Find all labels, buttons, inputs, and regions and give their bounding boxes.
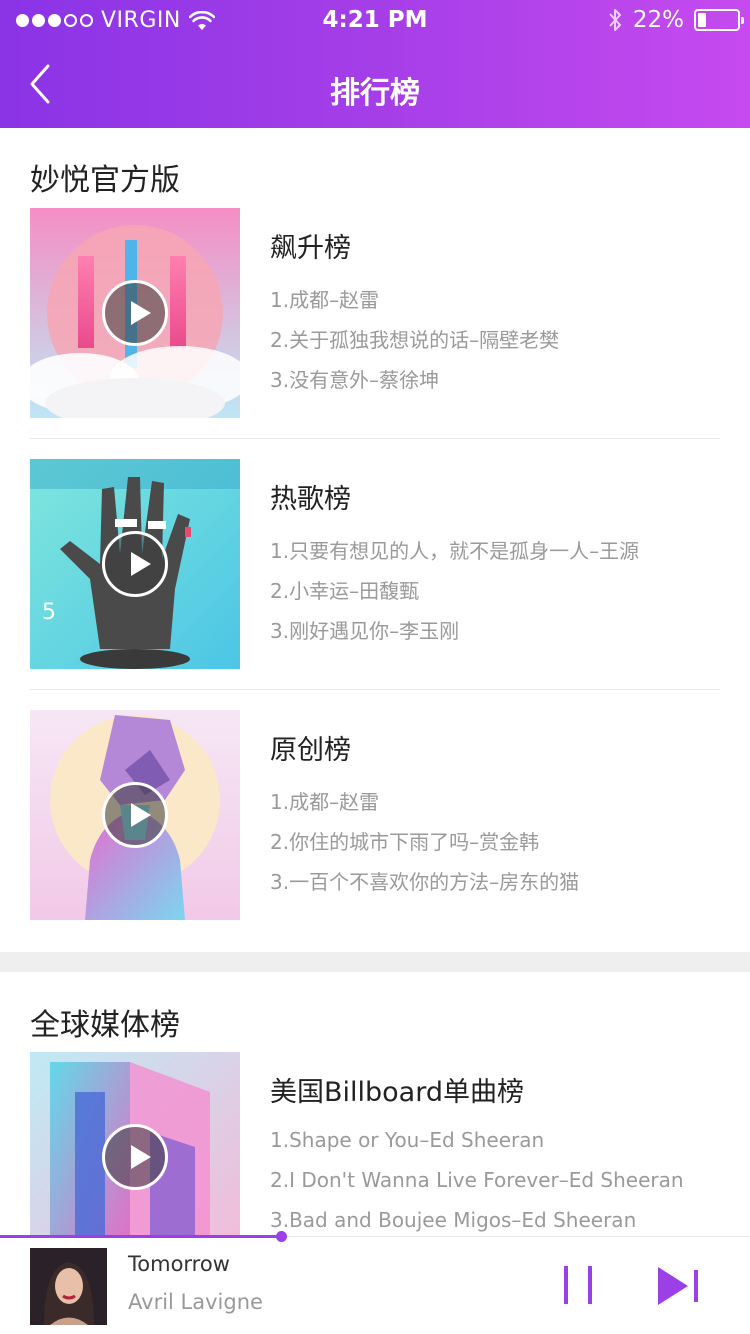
chart-original[interactable]: 原创榜 1.成都–赵雷 2.你住的城市下雨了吗–赏金韩 3.一百个不喜欢你的方法… (30, 710, 720, 920)
track-item: 2.你住的城市下雨了吗–赏金韩 (270, 830, 540, 854)
status-right: 22% (607, 7, 744, 33)
section-title-global: 全球媒体榜 (30, 1008, 180, 1043)
status-bar: VIRGIN 4:21 PM 22% (0, 0, 750, 40)
track-item: 3.Bad and Boujee Migos–Ed Sheeran (270, 1208, 637, 1232)
player-song-title: Tomorrow (128, 1252, 230, 1276)
progress-fill (0, 1235, 282, 1238)
header: VIRGIN 4:21 PM 22% 排行榜 (0, 0, 750, 128)
chart-title: 美国Billboard单曲榜 (270, 1077, 524, 1108)
divider (30, 438, 720, 439)
chart-cover-billboard (30, 1052, 240, 1262)
pause-icon (588, 1266, 592, 1304)
chart-cover-original (30, 710, 240, 920)
back-button[interactable] (18, 58, 68, 108)
pause-icon (564, 1266, 568, 1304)
chart-title: 飙升榜 (270, 233, 351, 264)
chart-soaring[interactable]: 飙升榜 1.成都–赵雷 2.关于孤独我想说的话–隔壁老樊 3.没有意外–蔡徐坤 (30, 208, 720, 418)
section-separator (0, 952, 750, 972)
chart-cover-soaring (30, 208, 240, 418)
progress-knob[interactable] (276, 1231, 288, 1242)
player-album-art[interactable] (30, 1248, 107, 1325)
track-item: 1.成都–赵雷 (270, 288, 380, 312)
track-item: 2.小幸运–田馥甄 (270, 579, 420, 603)
mini-player[interactable]: Tomorrow Avril Lavigne (0, 1231, 750, 1334)
track-item: 1.只要有想见的人，就不是孤身一人–王源 (270, 539, 640, 563)
chart-cover-hot: 5 (30, 459, 240, 669)
track-item: 1.Shape or You–Ed Sheeran (270, 1128, 545, 1152)
nav-bar: 排行榜 (0, 40, 750, 128)
track-item: 2.关于孤独我想说的话–隔壁老樊 (270, 328, 560, 352)
play-button[interactable] (102, 531, 168, 597)
play-button[interactable] (102, 1124, 168, 1190)
next-button[interactable] (652, 1264, 704, 1308)
track-item: 3.没有意外–蔡徐坤 (270, 368, 440, 392)
battery-level (698, 13, 706, 27)
divider (30, 689, 720, 690)
chart-billboard[interactable]: 美国Billboard单曲榜 1.Shape or You–Ed Sheeran… (30, 1052, 720, 1262)
chart-hot[interactable]: 5 热歌榜 1.只要有想见的人，就不是孤身一人–王源 2.小幸运–田馥甄 3.刚… (30, 459, 720, 669)
track-item: 1.成都–赵雷 (270, 790, 380, 814)
chevron-left-icon (30, 64, 50, 104)
skip-next-icon (658, 1267, 698, 1305)
artist-photo-image (30, 1248, 107, 1325)
battery-tip (741, 17, 744, 24)
bluetooth-icon (609, 9, 621, 31)
chart-title: 原创榜 (270, 735, 351, 766)
chart-title: 热歌榜 (270, 484, 351, 515)
battery-percent: 22% (632, 7, 684, 33)
battery-icon (694, 9, 744, 31)
pause-button[interactable] (556, 1264, 602, 1308)
play-button[interactable] (102, 782, 168, 848)
player-artist-name: Avril Lavigne (128, 1290, 263, 1314)
track-item: 3.刚好遇见你–李玉刚 (270, 619, 460, 643)
track-item: 3.一百个不喜欢你的方法–房东的猫 (270, 870, 580, 894)
page-title: 排行榜 (330, 76, 420, 111)
track-item: 2.I Don't Wanna Live Forever–Ed Sheeran (270, 1168, 684, 1192)
svg-text:5: 5 (42, 600, 56, 625)
play-button[interactable] (102, 280, 168, 346)
section-title-official: 妙悦官方版 (30, 163, 180, 198)
